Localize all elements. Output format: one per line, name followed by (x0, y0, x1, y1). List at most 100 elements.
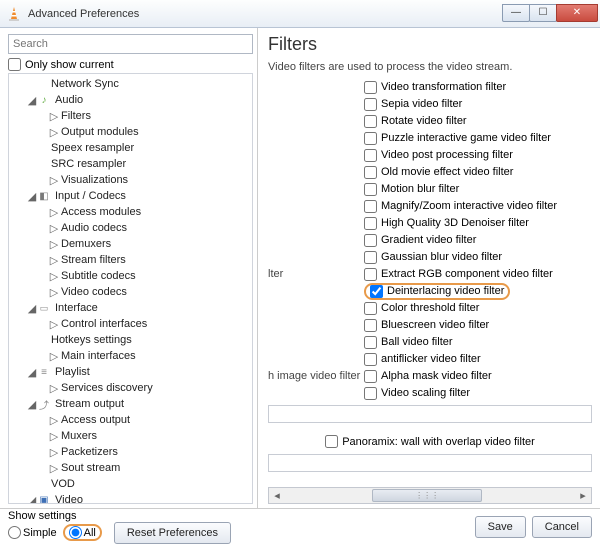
expand-icon[interactable]: ▷ (49, 270, 59, 283)
filter-hq3d[interactable]: High Quality 3D Denoiser filter (364, 217, 529, 230)
tree-item-access-modules[interactable]: ▷Access modules (9, 204, 252, 220)
expand-icon[interactable]: ▷ (49, 382, 59, 395)
collapse-icon[interactable]: ◢ (27, 366, 37, 379)
scroll-left-icon[interactable]: ◂ (269, 489, 285, 502)
tree-item-sout-stream[interactable]: ▷Sout stream (9, 460, 252, 476)
tree-item-interface[interactable]: ◢Interface (9, 300, 252, 316)
audio-icon (37, 94, 51, 106)
radio-all[interactable]: All (69, 526, 96, 539)
filter-postproc[interactable]: Video post processing filter (364, 149, 513, 162)
expand-icon[interactable]: ▷ (49, 414, 59, 427)
filter-motionblur[interactable]: Motion blur filter (364, 183, 459, 196)
filter-oldmovie[interactable]: Old movie effect video filter (364, 166, 513, 179)
titlebar: Advanced Preferences — ☐ ✕ (0, 0, 600, 28)
close-button[interactable]: ✕ (556, 4, 598, 22)
page-description: Video filters are used to process the vi… (268, 61, 592, 73)
tree-item-hotkeys[interactable]: Hotkeys settings (9, 332, 252, 348)
minimize-button[interactable]: — (502, 4, 530, 22)
window-title: Advanced Preferences (28, 8, 503, 20)
save-button[interactable]: Save (475, 516, 526, 538)
tree-item-main-interfaces[interactable]: ▷Main interfaces (9, 348, 252, 364)
tree-item-network-sync[interactable]: Network Sync (9, 76, 252, 92)
filter-scaling[interactable]: Video scaling filter (364, 387, 470, 400)
vlc-cone-icon (6, 6, 22, 22)
expand-icon[interactable]: ▷ (49, 446, 59, 459)
collapse-icon[interactable]: ◢ (27, 94, 37, 107)
tree-item-stream-filters[interactable]: ▷Stream filters (9, 252, 252, 268)
expand-icon[interactable]: ▷ (49, 318, 59, 331)
tree-item-subtitle-codecs[interactable]: ▷Subtitle codecs (9, 268, 252, 284)
interface-icon (37, 302, 51, 314)
maximize-button[interactable]: ☐ (529, 4, 557, 22)
only-show-current-checkbox[interactable]: Only show current (8, 58, 253, 71)
tree-item-stream-output[interactable]: ◢Stream output (9, 396, 252, 412)
tree-item-audio-filters[interactable]: ▷Filters (9, 108, 252, 124)
filter-magnify[interactable]: Magnify/Zoom interactive video filter (364, 200, 557, 213)
collapse-icon[interactable]: ◢ (27, 398, 37, 411)
expand-icon[interactable]: ▷ (49, 206, 59, 219)
filter-color-threshold[interactable]: Color threshold filter (364, 302, 479, 315)
right-panel: Filters Video filters are used to proces… (258, 28, 600, 508)
expand-icon[interactable]: ▷ (49, 254, 59, 267)
tree-item-audio[interactable]: ◢Audio (9, 92, 252, 108)
collapse-icon[interactable]: ◢ (27, 190, 37, 203)
scroll-thumb[interactable]: ⋮⋮⋮ (372, 489, 482, 502)
filter-antiflicker[interactable]: antiflicker video filter (364, 353, 481, 366)
radio-simple[interactable]: Simple (8, 526, 57, 539)
filter-extract-rgb[interactable]: Extract RGB component video filter (364, 268, 553, 281)
side-label-lter: lter (268, 268, 364, 280)
tree-item-demuxers[interactable]: ▷Demuxers (9, 236, 252, 252)
expand-icon[interactable]: ▷ (49, 222, 59, 235)
tree-item-playlist[interactable]: ◢Playlist (9, 364, 252, 380)
left-panel: Only show current Network Sync ◢Audio ▷F… (0, 28, 258, 508)
filter-list: Video transformation filter Sepia video … (268, 79, 592, 487)
filter-video-transformation[interactable]: Video transformation filter (364, 81, 506, 94)
tree-item-packetizers[interactable]: ▷Packetizers (9, 444, 252, 460)
reset-preferences-button[interactable]: Reset Preferences (114, 522, 231, 544)
expand-icon[interactable]: ▷ (49, 430, 59, 443)
expand-icon[interactable]: ▷ (49, 238, 59, 251)
expand-icon[interactable]: ▷ (49, 462, 59, 475)
stream-output-icon (37, 398, 51, 410)
input-icon (37, 190, 51, 202)
tree-item-control-interfaces[interactable]: ▷Control interfaces (9, 316, 252, 332)
preferences-tree[interactable]: Network Sync ◢Audio ▷Filters ▷Output mod… (8, 73, 253, 504)
scroll-right-icon[interactable]: ▸ (575, 489, 591, 502)
filter-panoramix[interactable]: Panoramix: wall with overlap video filte… (325, 435, 535, 448)
filter-text-input[interactable] (268, 405, 592, 423)
tree-item-muxers[interactable]: ▷Muxers (9, 428, 252, 444)
tree-item-visualizations[interactable]: ▷Visualizations (9, 172, 252, 188)
panoramix-text-input[interactable] (268, 454, 592, 472)
tree-item-vod[interactable]: VOD (9, 476, 252, 492)
expand-icon[interactable]: ▷ (49, 286, 59, 299)
only-show-current-box[interactable] (8, 58, 21, 71)
tree-item-output-modules[interactable]: ▷Output modules (9, 124, 252, 140)
side-label-himage: h image video filter (268, 370, 364, 382)
expand-icon[interactable]: ▷ (49, 126, 59, 139)
filter-sepia[interactable]: Sepia video filter (364, 98, 462, 111)
filter-ball[interactable]: Ball video filter (364, 336, 453, 349)
expand-icon[interactable]: ▷ (49, 174, 59, 187)
collapse-icon[interactable]: ◢ (27, 302, 37, 315)
filter-gradient[interactable]: Gradient video filter (364, 234, 476, 247)
tree-item-services-discovery[interactable]: ▷Services discovery (9, 380, 252, 396)
filter-deinterlacing[interactable]: Deinterlacing video filter (364, 283, 510, 300)
tree-item-src[interactable]: SRC resampler (9, 156, 252, 172)
horizontal-scrollbar[interactable]: ◂ ⋮⋮⋮ ▸ (268, 487, 592, 504)
collapse-icon[interactable]: ◢ (27, 494, 37, 505)
filter-puzzle[interactable]: Puzzle interactive game video filter (364, 132, 551, 145)
filter-rotate[interactable]: Rotate video filter (364, 115, 467, 128)
filter-bluescreen[interactable]: Bluescreen video filter (364, 319, 489, 332)
tree-item-video[interactable]: ◢Video (9, 492, 252, 504)
tree-item-speex[interactable]: Speex resampler (9, 140, 252, 156)
filter-gaussian[interactable]: Gaussian blur video filter (364, 251, 502, 264)
search-input[interactable] (8, 34, 253, 54)
expand-icon[interactable]: ▷ (49, 110, 59, 123)
tree-item-video-codecs[interactable]: ▷Video codecs (9, 284, 252, 300)
tree-item-audio-codecs[interactable]: ▷Audio codecs (9, 220, 252, 236)
cancel-button[interactable]: Cancel (532, 516, 592, 538)
tree-item-input-codecs[interactable]: ◢Input / Codecs (9, 188, 252, 204)
expand-icon[interactable]: ▷ (49, 350, 59, 363)
filter-alphamask[interactable]: Alpha mask video filter (364, 370, 492, 383)
tree-item-access-output[interactable]: ▷Access output (9, 412, 252, 428)
